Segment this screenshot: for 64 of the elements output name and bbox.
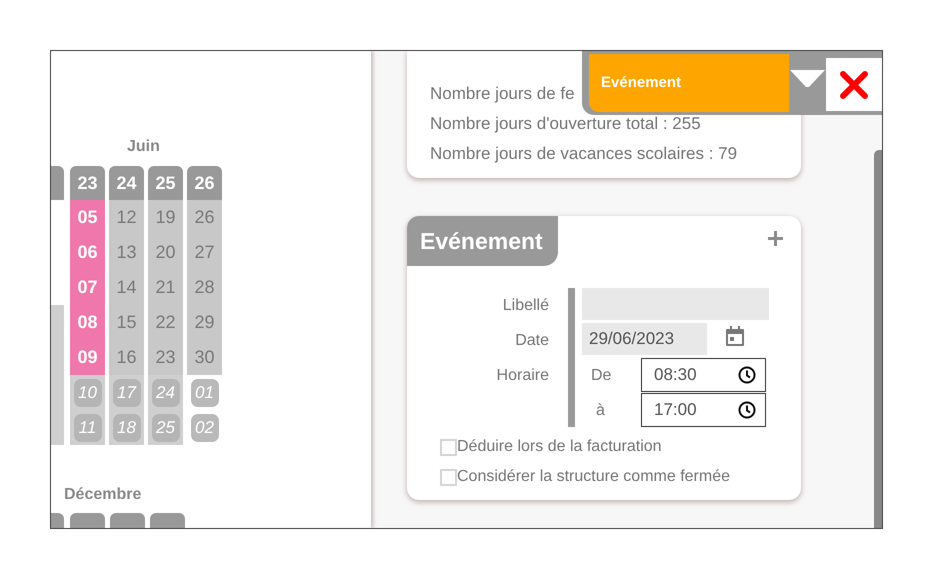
day-cell[interactable]: 22 xyxy=(148,305,183,340)
close-icon xyxy=(840,70,868,98)
day-cell[interactable]: 09 xyxy=(70,340,105,375)
day-chip[interactable]: 18 xyxy=(112,414,140,442)
field-label: Libellé xyxy=(502,296,549,316)
clock-icon[interactable] xyxy=(738,366,756,384)
day-cell[interactable]: 06 xyxy=(70,235,105,270)
week-header xyxy=(150,513,185,528)
day-cell[interactable]: 12 xyxy=(109,200,144,235)
day-cell[interactable]: 30 xyxy=(187,340,222,375)
day-chip[interactable]: 17 xyxy=(112,378,140,406)
card-title: Evénement xyxy=(407,216,558,266)
month-label: Juin xyxy=(127,137,161,155)
day-cell[interactable]: 19 xyxy=(148,200,183,235)
week-header[interactable]: 24 xyxy=(109,166,144,200)
day-cell[interactable]: 23 xyxy=(148,340,183,375)
add-icon[interactable] xyxy=(767,230,784,247)
month-label: Décembre xyxy=(64,485,142,503)
time-field[interactable]: 17:00 xyxy=(641,393,766,427)
day-cell[interactable]: 29 xyxy=(187,305,222,340)
day-cell[interactable]: 27 xyxy=(187,235,222,270)
overlay-title: Evénement xyxy=(589,54,789,112)
week-header[interactable]: 23 xyxy=(70,166,105,200)
day-cell[interactable]: 15 xyxy=(109,305,144,340)
checkbox-label: Déduire lors de la facturation xyxy=(457,437,662,457)
stat-line: Nombre jours de fe xyxy=(430,83,575,105)
day-cell[interactable]: 08 xyxy=(70,305,105,340)
calendar-icon[interactable] xyxy=(726,326,744,346)
stat-line: Nombre jours d'ouverture total : 255 xyxy=(430,113,701,135)
week-header[interactable]: 26 xyxy=(187,166,222,200)
week-header xyxy=(51,513,64,528)
close-button[interactable] xyxy=(826,58,882,111)
day-chip[interactable]: 25 xyxy=(152,414,180,442)
field-label: Horaire xyxy=(496,366,549,386)
date-field[interactable]: 29/06/2023 xyxy=(582,323,707,355)
day-cell[interactable]: 07 xyxy=(70,270,105,305)
time-label: De xyxy=(591,367,612,384)
day-cell[interactable]: 14 xyxy=(109,270,144,305)
scrollbar[interactable] xyxy=(874,150,882,528)
week-header xyxy=(70,513,105,528)
day-chip[interactable]: 11 xyxy=(74,414,102,442)
day-cell[interactable]: 13 xyxy=(109,235,144,270)
day-chip[interactable]: 10 xyxy=(74,378,102,406)
day-chip[interactable]: 01 xyxy=(190,378,218,406)
day-cell[interactable]: 21 xyxy=(148,270,183,305)
checkbox-label: Considérer la structure comme fermée xyxy=(457,467,730,487)
checkbox[interactable] xyxy=(440,438,457,456)
stat-line: Nombre jours de vacances scolaires : 79 xyxy=(430,143,738,165)
week-header xyxy=(51,166,64,200)
caret-icon xyxy=(790,70,825,87)
day-cell[interactable]: 16 xyxy=(109,340,144,375)
day-cell[interactable]: 05 xyxy=(70,200,105,235)
week-header[interactable]: 25 xyxy=(148,166,183,200)
day-cell[interactable]: 26 xyxy=(187,200,222,235)
day-cell[interactable]: 20 xyxy=(148,235,183,270)
time-field[interactable]: 08:30 xyxy=(641,358,766,392)
checkbox[interactable] xyxy=(440,468,457,486)
field-label: Date xyxy=(515,330,549,350)
day-chip[interactable]: 24 xyxy=(152,378,180,406)
clock-icon[interactable] xyxy=(738,401,756,419)
day-cell[interactable]: 28 xyxy=(187,270,222,305)
time-label: à xyxy=(596,402,605,419)
day-chip[interactable]: 02 xyxy=(190,414,218,442)
week-header xyxy=(110,513,145,528)
